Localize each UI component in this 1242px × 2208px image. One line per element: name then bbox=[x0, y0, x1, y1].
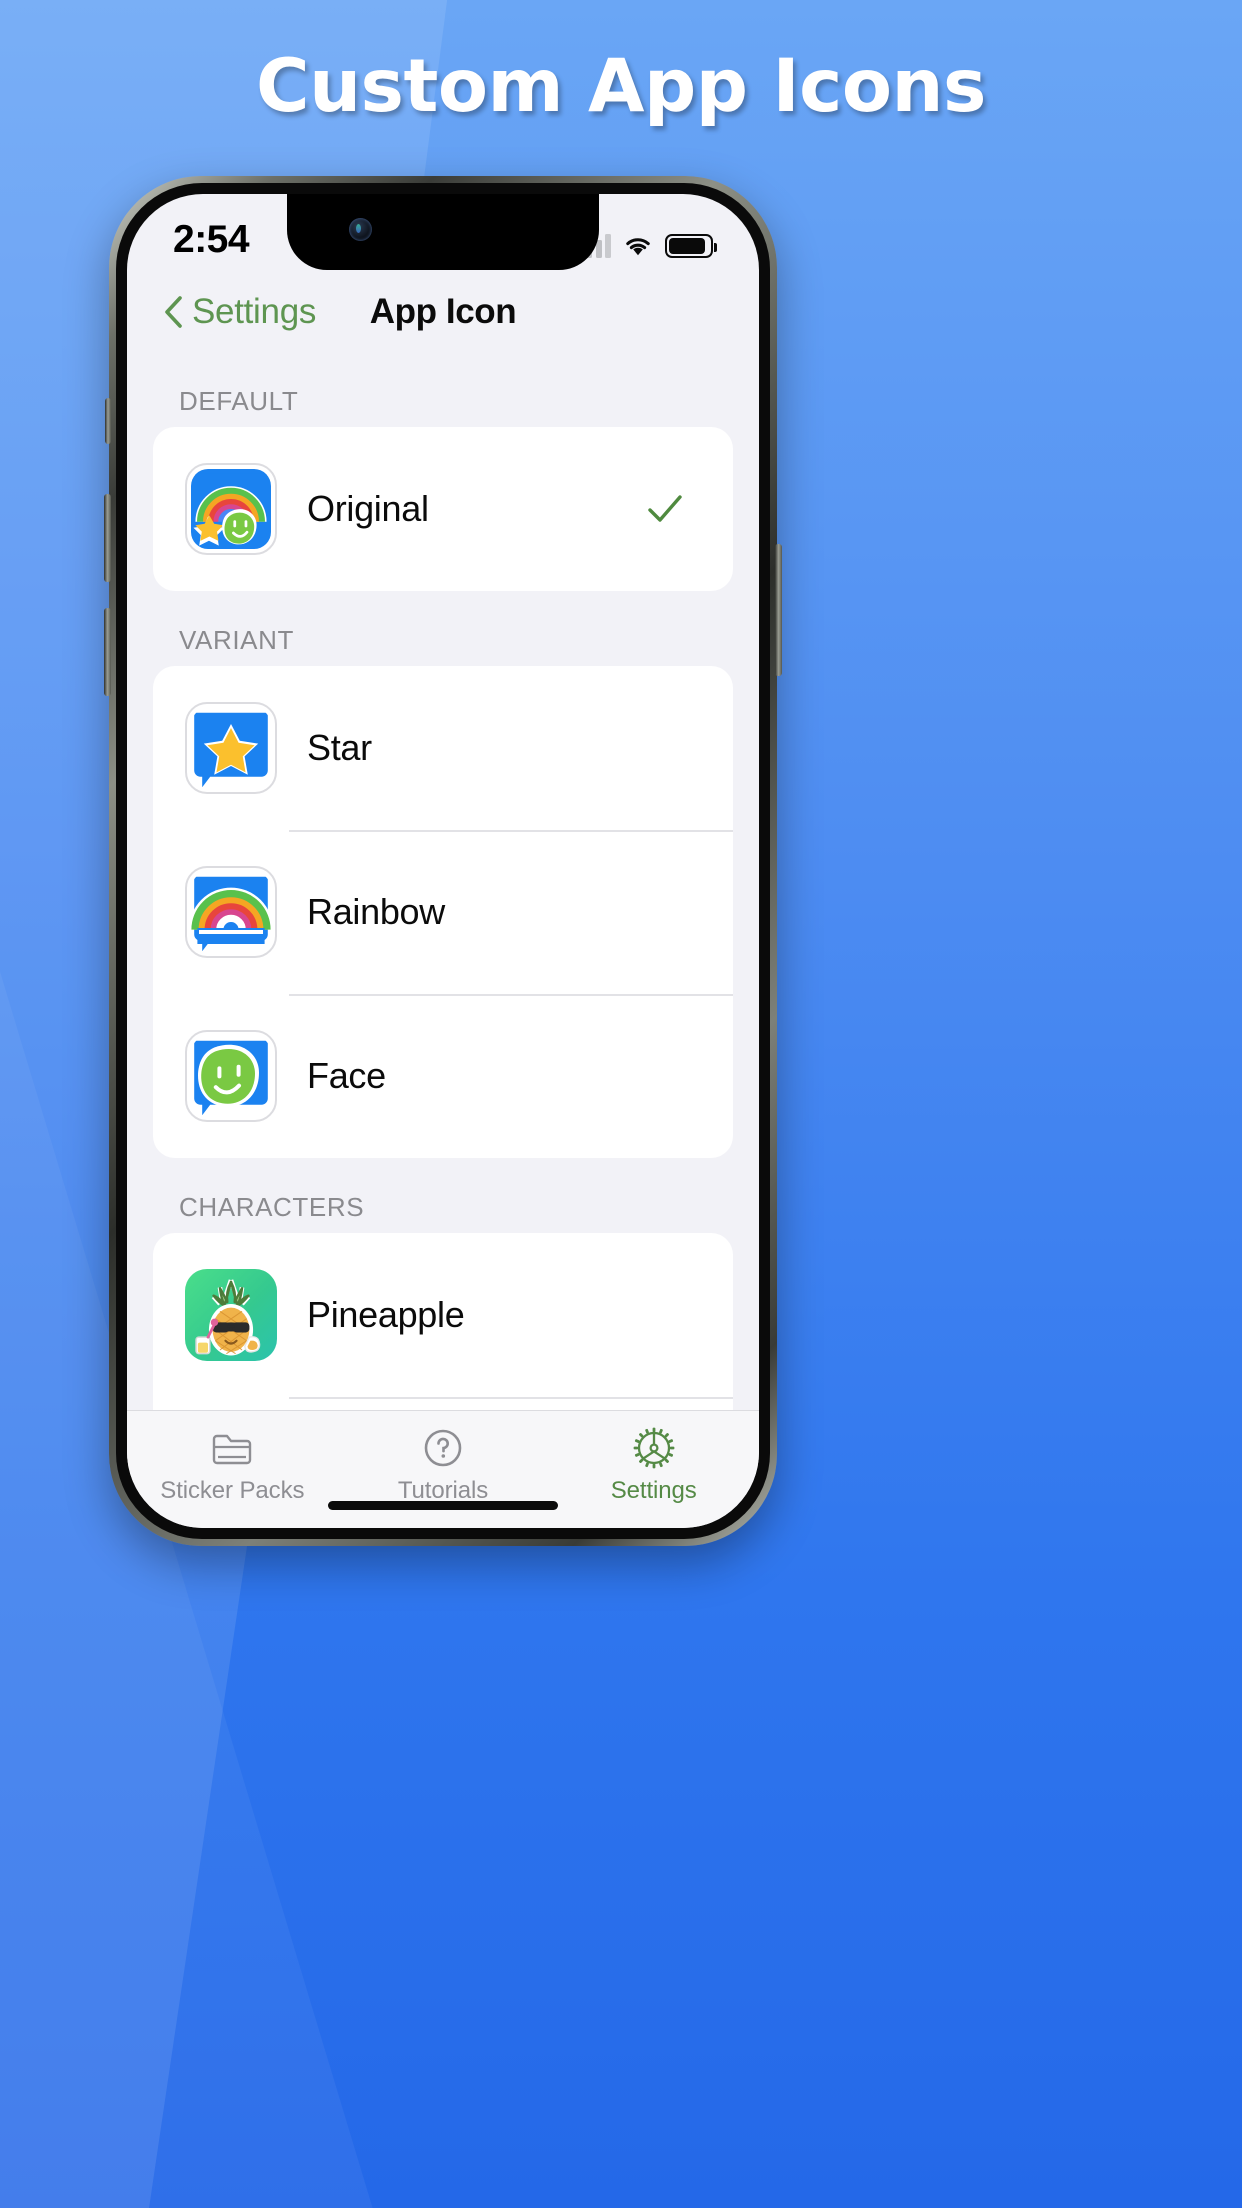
table-row[interactable]: Rainbow bbox=[153, 830, 733, 994]
icon-wrapper bbox=[185, 866, 277, 958]
section-header-characters: CHARACTERS bbox=[179, 1192, 365, 1222]
section-header-variant: VARIANT bbox=[179, 625, 294, 655]
app-icon-list[interactable]: DEFAULT Original VARIANT Star Rainbow Fa… bbox=[127, 352, 759, 1410]
navigation-bar: Settings App Icon bbox=[127, 272, 759, 352]
mute-switch bbox=[105, 398, 111, 444]
question-circle-icon bbox=[424, 1429, 462, 1467]
power-button bbox=[775, 544, 782, 676]
icon-wrapper bbox=[185, 1269, 277, 1361]
icon-wrapper bbox=[185, 463, 277, 555]
gear-icon bbox=[633, 1427, 675, 1469]
front-camera bbox=[349, 218, 372, 241]
tab-sticker-packs[interactable]: Sticker Packs bbox=[127, 1411, 338, 1505]
notch bbox=[287, 194, 599, 270]
section-card-variant: Star Rainbow Face bbox=[153, 666, 733, 1158]
status-clock: 2:54 bbox=[173, 218, 250, 261]
phone-screen: 2:54 Settings App Icon DEFAULT Original … bbox=[127, 194, 759, 1528]
phone-bezel: 2:54 Settings App Icon DEFAULT Original … bbox=[116, 183, 770, 1539]
icon-wrapper bbox=[185, 1030, 277, 1122]
checkmark-icon bbox=[648, 495, 682, 522]
volume-up-button bbox=[104, 494, 111, 582]
row-label: Rainbow bbox=[307, 891, 445, 932]
table-row[interactable]: Star bbox=[153, 666, 733, 830]
row-label: Face bbox=[307, 1055, 386, 1096]
chevron-left-icon bbox=[165, 296, 182, 328]
promo-title: Custom App Icons bbox=[256, 44, 986, 129]
back-button[interactable]: Settings bbox=[163, 292, 316, 332]
tab-tutorials[interactable]: Tutorials bbox=[338, 1411, 549, 1505]
section-card-characters: Pineapple bbox=[153, 1233, 733, 1410]
home-indicator[interactable] bbox=[328, 1501, 558, 1510]
tab-settings[interactable]: Settings bbox=[548, 1411, 759, 1505]
icon-wrapper bbox=[185, 702, 277, 794]
volume-down-button bbox=[104, 608, 111, 696]
folder-icon bbox=[213, 1434, 252, 1465]
star-app-icon bbox=[185, 702, 277, 794]
row-label: Pineapple bbox=[307, 1294, 465, 1335]
phone-mockup: 2:54 Settings App Icon DEFAULT Original … bbox=[104, 176, 782, 1546]
row-label: Star bbox=[307, 727, 372, 768]
pineapple-app-icon bbox=[185, 1269, 277, 1361]
tab-label: Settings bbox=[610, 1477, 697, 1504]
table-row[interactable]: Koala bbox=[153, 1397, 733, 1410]
table-row[interactable]: Original bbox=[153, 427, 733, 591]
original-app-icon bbox=[185, 463, 277, 555]
battery-icon bbox=[665, 234, 717, 258]
tab-bar: Sticker Packs Tutorials Settings bbox=[127, 1410, 759, 1528]
row-label: Original bbox=[307, 488, 429, 529]
tab-label: Sticker Packs bbox=[160, 1477, 305, 1504]
table-row[interactable]: Face bbox=[153, 994, 733, 1158]
section-header-default: DEFAULT bbox=[179, 386, 299, 416]
rainbow-app-icon bbox=[185, 866, 277, 958]
table-row[interactable]: Pineapple bbox=[153, 1233, 733, 1397]
wifi-icon bbox=[626, 238, 650, 256]
face-app-icon bbox=[185, 1030, 277, 1122]
section-card-default: Original bbox=[153, 427, 733, 591]
back-button-label: Settings bbox=[192, 292, 317, 331]
